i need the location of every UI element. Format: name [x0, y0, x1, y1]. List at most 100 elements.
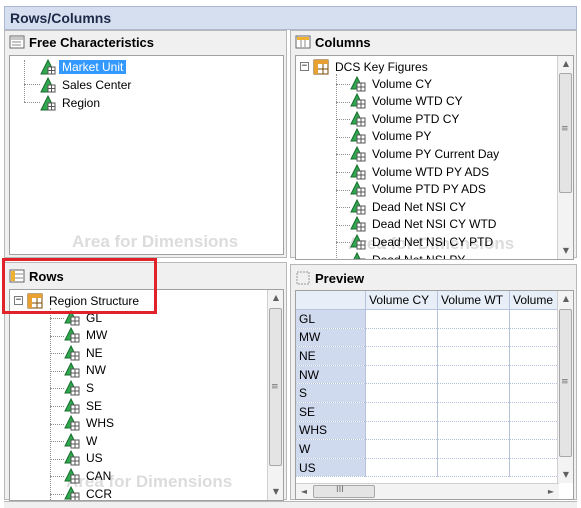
- preview-cell[interactable]: [365, 383, 439, 404]
- preview-cell[interactable]: [437, 421, 510, 441]
- free-char-item-region[interactable]: Region: [40, 94, 103, 111]
- preview-cell[interactable]: [437, 383, 510, 404]
- preview-cell[interactable]: [437, 346, 510, 366]
- preview-cell[interactable]: [365, 309, 439, 329]
- preview-cell[interactable]: [365, 402, 439, 422]
- preview-cell[interactable]: [365, 365, 439, 385]
- preview-table: Volume CY Volume WT Volume GL MW NE NW S SE WH…: [296, 291, 559, 478]
- columns-area[interactable]: Area for Dimensions − DCS Key Figures Vo…: [295, 55, 574, 260]
- row-item-ne[interactable]: NE: [64, 344, 106, 361]
- preview-cell[interactable]: [509, 365, 559, 385]
- scroll-left-icon[interactable]: ◄: [296, 484, 312, 499]
- key-figure-icon: [350, 75, 366, 91]
- scroll-up-icon[interactable]: ▲: [558, 56, 573, 72]
- key-figure-icon: [64, 327, 80, 343]
- scroll-right-icon[interactable]: ►: [543, 484, 559, 499]
- characteristic-icon: [40, 58, 56, 74]
- column-item-volume-py[interactable]: Volume PY: [350, 128, 434, 145]
- rows-vertical-scrollbar[interactable]: ▲ ≡ ▼: [267, 290, 283, 500]
- column-item-volume-wtd-cy[interactable]: Volume WTD CY: [350, 93, 466, 110]
- key-figure-icon: [350, 163, 366, 179]
- preview-cell[interactable]: [365, 421, 439, 441]
- key-figure-icon: [350, 128, 366, 144]
- preview-cell[interactable]: [365, 458, 439, 478]
- preview-cell[interactable]: [509, 309, 559, 329]
- key-figure-icon: [64, 415, 80, 431]
- preview-icon: [296, 271, 310, 285]
- preview-column-header: Volume WT: [437, 291, 510, 311]
- preview-column-header: Volume CY: [365, 291, 439, 311]
- column-item-dead-net-nsi-cy-ptd[interactable]: Dead Net NSI CY PTD: [350, 233, 496, 250]
- scroll-down-icon[interactable]: ▼: [558, 243, 573, 259]
- column-item-volume-wtd-py-ads[interactable]: Volume WTD PY ADS: [350, 163, 492, 180]
- column-item-volume-ptd-cy[interactable]: Volume PTD CY: [350, 110, 462, 127]
- free-char-item-sales-center[interactable]: Sales Center: [40, 76, 134, 93]
- preview-cell[interactable]: [365, 346, 439, 366]
- preview-row-header: NW: [296, 365, 367, 385]
- preview-cell[interactable]: [509, 383, 559, 404]
- key-figure-icon: [64, 485, 80, 500]
- scroll-up-icon[interactable]: ▲: [268, 290, 283, 306]
- preview-header: Preview: [291, 267, 576, 289]
- column-item-dead-net-nsi-cy-wtd[interactable]: Dead Net NSI CY WTD: [350, 216, 499, 233]
- preview-cell[interactable]: [437, 328, 510, 348]
- column-item-volume-py-current-day[interactable]: Volume PY Current Day: [350, 145, 502, 162]
- column-item-volume-ptd-py-ads[interactable]: Volume PTD PY ADS: [350, 181, 489, 198]
- rows-area[interactable]: Area for Dimensions − Region Structure G…: [9, 289, 284, 501]
- column-item-dead-net-nsi-cy[interactable]: Dead Net NSI CY: [350, 198, 469, 215]
- columns-root[interactable]: − DCS Key Figures: [300, 58, 431, 75]
- preview-cell[interactable]: [509, 402, 559, 422]
- column-item-volume-cy[interactable]: Volume CY: [350, 75, 435, 92]
- preview-cell[interactable]: [509, 346, 559, 366]
- window-title: Rows/Columns: [4, 6, 577, 30]
- scroll-thumb-horizontal[interactable]: [313, 485, 375, 498]
- row-item-se[interactable]: SE: [64, 397, 105, 414]
- key-figure-icon: [350, 216, 366, 232]
- key-figure-icon: [64, 450, 80, 466]
- row-item-nw[interactable]: NW: [64, 362, 109, 379]
- preview-cell[interactable]: [437, 402, 510, 422]
- columns-panel: Columns Area for Dimensions − DCS Key Fi…: [290, 30, 577, 260]
- preview-vertical-scrollbar[interactable]: ▲ ≡ ▼: [557, 291, 573, 483]
- preview-cell[interactable]: [437, 439, 510, 459]
- free-characteristics-area[interactable]: Area for Dimensions Market Unit Sales Ce…: [9, 55, 284, 255]
- row-item-s[interactable]: S: [64, 379, 97, 396]
- column-item-dead-net-nsi-py[interactable]: Dead Net NSI PY: [350, 251, 468, 259]
- row-item-us[interactable]: US: [64, 450, 106, 467]
- row-item-can[interactable]: CAN: [64, 467, 114, 484]
- preview-cell[interactable]: [437, 309, 510, 329]
- preview-grid-area: Volume CY Volume WT Volume GL MW NE NW S SE WH…: [295, 290, 574, 500]
- preview-row: W: [296, 439, 559, 459]
- columns-title: Columns: [315, 34, 371, 50]
- row-item-w[interactable]: W: [64, 432, 100, 449]
- preview-horizontal-scrollbar[interactable]: ◄ III ►: [296, 483, 559, 499]
- scroll-down-icon[interactable]: ▼: [558, 467, 573, 483]
- free-characteristics-header: Free Characteristics: [5, 31, 286, 53]
- key-figure-icon: [64, 379, 80, 396]
- scroll-down-icon[interactable]: ▼: [268, 484, 283, 500]
- scroll-up-icon[interactable]: ▲: [558, 291, 573, 307]
- preview-row: S: [296, 383, 559, 404]
- preview-cell[interactable]: [437, 458, 510, 478]
- key-figure-icon: [64, 432, 80, 449]
- preview-row: SE: [296, 402, 559, 422]
- row-item-ccr[interactable]: CCR: [64, 485, 115, 500]
- preview-cell[interactable]: [365, 328, 439, 348]
- preview-row-header: US: [296, 458, 367, 478]
- free-char-item-market-unit[interactable]: Market Unit: [40, 58, 127, 75]
- preview-row-header: SE: [296, 402, 367, 422]
- preview-cell[interactable]: [509, 421, 559, 441]
- collapse-icon[interactable]: −: [300, 62, 309, 71]
- key-figure-icon: [350, 145, 366, 162]
- preview-panel: Preview Volume CY Volume WT Volume GL MW N…: [290, 264, 577, 500]
- preview-cell[interactable]: [509, 439, 559, 459]
- preview-cell[interactable]: [509, 458, 559, 478]
- preview-cell[interactable]: [437, 365, 510, 385]
- columns-icon: [295, 35, 311, 49]
- preview-cell[interactable]: [365, 439, 439, 459]
- row-item-whs[interactable]: WHS: [64, 415, 117, 432]
- row-item-mw[interactable]: MW: [64, 327, 110, 344]
- columns-vertical-scrollbar[interactable]: ▲ ≡ ▼: [557, 56, 573, 259]
- preview-cell[interactable]: [509, 328, 559, 348]
- preview-row: GL: [296, 309, 559, 329]
